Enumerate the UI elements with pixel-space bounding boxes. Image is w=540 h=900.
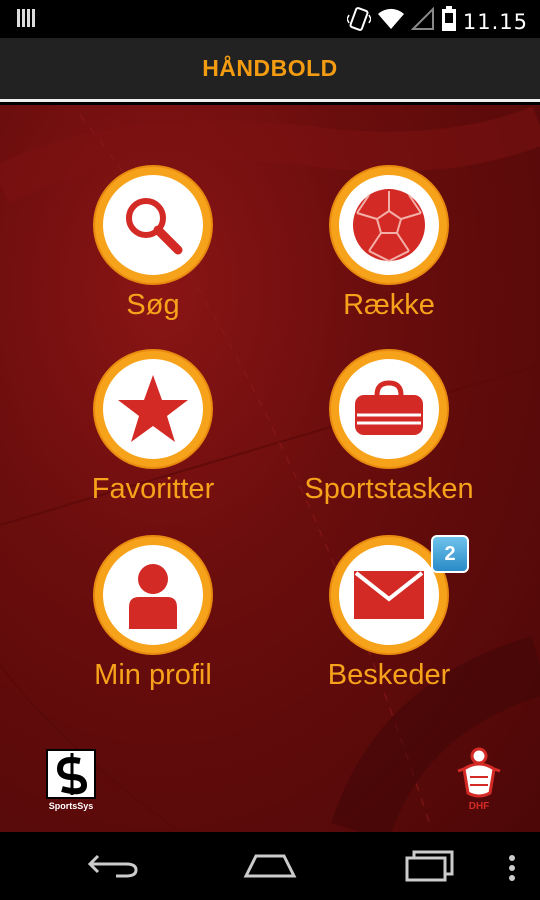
system-nav-bar bbox=[0, 832, 540, 900]
star-icon bbox=[95, 351, 211, 467]
notification-bars-icon bbox=[16, 8, 36, 33]
battery-icon bbox=[441, 6, 457, 37]
back-icon[interactable] bbox=[86, 850, 140, 885]
menu-item-label: Række bbox=[343, 289, 435, 321]
main-menu: Søg Række Favoritter Sportstasken Min pr… bbox=[0, 105, 540, 832]
no-signal-icon bbox=[410, 6, 435, 36]
menu-item-label: Favoritter bbox=[91, 473, 215, 505]
wifi-icon bbox=[377, 8, 405, 35]
handball-icon bbox=[331, 167, 447, 283]
unread-badge: 2 bbox=[431, 535, 469, 573]
overflow-menu-icon[interactable] bbox=[508, 854, 516, 887]
sportssys-logo-text: SportsSys bbox=[49, 801, 94, 811]
menu-item-label: Beskeder bbox=[327, 659, 451, 691]
menu-item-sports-bag[interactable]: Sportstasken bbox=[274, 351, 504, 521]
menu-item-my-profile[interactable]: Min profil bbox=[38, 537, 268, 707]
recent-apps-icon[interactable] bbox=[404, 850, 456, 887]
vibrate-icon bbox=[346, 6, 372, 37]
menu-item-label: Søg bbox=[126, 289, 180, 321]
app-title: HÅNDBOLD bbox=[202, 55, 338, 81]
home-icon[interactable] bbox=[242, 850, 298, 885]
status-bar: 11.15 bbox=[0, 0, 540, 38]
sports-bag-icon bbox=[331, 351, 447, 467]
sportssys-logo: SportsSys bbox=[46, 749, 98, 813]
menu-item-messages[interactable]: 2 Beskeder bbox=[274, 535, 504, 707]
app-bar: HÅNDBOLD bbox=[0, 38, 540, 102]
dhf-logo: DHF bbox=[452, 747, 506, 813]
menu-item-label: Min profil bbox=[94, 659, 212, 691]
clock: 11.15 bbox=[462, 9, 528, 34]
menu-item-label: Sportstasken bbox=[304, 473, 474, 505]
menu-item-favorites[interactable]: Favoritter bbox=[38, 351, 268, 521]
dhf-logo-text: DHF bbox=[469, 801, 490, 812]
menu-item-series[interactable]: Række bbox=[274, 167, 504, 337]
profile-icon bbox=[95, 537, 211, 653]
menu-item-search[interactable]: Søg bbox=[38, 167, 268, 337]
envelope-icon: 2 bbox=[331, 535, 469, 653]
search-icon bbox=[95, 167, 211, 283]
